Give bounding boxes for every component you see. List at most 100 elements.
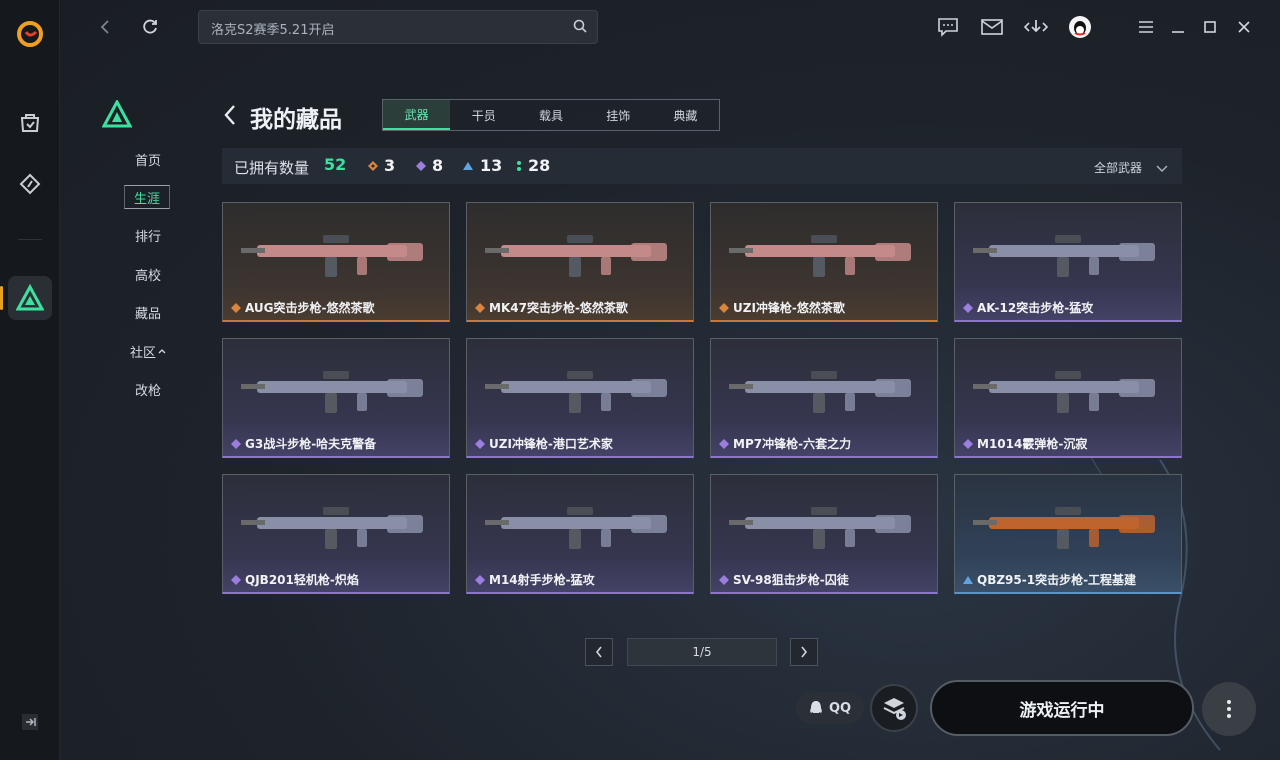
page-back-icon[interactable] bbox=[222, 104, 238, 130]
green-rarity-icon bbox=[517, 160, 521, 171]
minimize-icon[interactable] bbox=[1166, 15, 1190, 39]
blue-rarity-icon bbox=[463, 161, 473, 170]
next-page-button[interactable] bbox=[790, 638, 818, 666]
weapon-card[interactable]: M1014霰弹枪-沉寂 bbox=[954, 338, 1182, 458]
weapon-card[interactable]: UZI冲锋枪-港口艺术家 bbox=[466, 338, 694, 458]
count-purple: 8 bbox=[416, 156, 443, 175]
owned-count-bar: 已拥有数量 52 3 8 13 28 全部武器 bbox=[222, 148, 1182, 184]
qq-penguin-icon bbox=[810, 701, 822, 713]
weapon-image bbox=[973, 235, 1155, 277]
weapon-grid: AUG突击步枪-悠然茶歌 MK47突击步枪-悠然茶歌 UZI冲锋枪-悠然茶歌 AK-1… bbox=[222, 202, 1182, 594]
weapon-card[interactable]: UZI冲锋枪-悠然茶歌 bbox=[710, 202, 938, 322]
subnav-item-home[interactable]: 首页 bbox=[124, 147, 172, 171]
purple-rarity-icon bbox=[963, 439, 973, 449]
main-area: 洛克S2赛季5.21开启 首页 生涯 排行 高校 藏品 社区 改枪 我的藏品 武… bbox=[60, 0, 1280, 760]
purple-rarity-icon bbox=[719, 439, 729, 449]
menu-icon[interactable] bbox=[1134, 15, 1158, 39]
subnav-community-label: 社区 bbox=[129, 345, 156, 361]
weapon-card[interactable]: QJB201轻机枪-炽焰 bbox=[222, 474, 450, 594]
tab-weapons[interactable]: 武器 bbox=[383, 100, 451, 130]
search-icon[interactable] bbox=[573, 19, 587, 37]
weapon-image bbox=[973, 371, 1155, 413]
blue-rarity-icon bbox=[963, 576, 973, 584]
title-bar: 洛克S2赛季5.21开启 bbox=[60, 0, 1280, 54]
purple-rarity-icon bbox=[475, 575, 485, 585]
page-indicator: 1/5 bbox=[627, 638, 777, 666]
subnav-item-ranking[interactable]: 排行 bbox=[124, 223, 172, 247]
more-options-button[interactable] bbox=[1202, 682, 1256, 736]
qq-avatar-icon[interactable] bbox=[1068, 15, 1092, 39]
subnav-item-gunsmith[interactable]: 改枪 bbox=[124, 377, 172, 401]
weapon-name: G3战斗步枪-哈夫克警备 bbox=[245, 437, 377, 451]
count-blue-value: 13 bbox=[480, 156, 503, 175]
qq-login-button[interactable]: QQ bbox=[796, 692, 864, 724]
purple-rarity-icon bbox=[231, 575, 241, 585]
weapon-image bbox=[485, 507, 667, 549]
chevron-right-icon bbox=[801, 646, 808, 658]
back-arrow-icon[interactable] bbox=[94, 15, 118, 39]
owned-count-label: 已拥有数量 bbox=[234, 159, 310, 177]
maximize-icon[interactable] bbox=[1198, 15, 1222, 39]
qq-label: QQ bbox=[828, 700, 852, 716]
prev-page-button[interactable] bbox=[585, 638, 613, 666]
app-logo-icon[interactable] bbox=[8, 12, 52, 56]
message-icon[interactable] bbox=[936, 15, 960, 39]
weapon-image bbox=[241, 371, 423, 413]
weapon-name: UZI冲锋枪-悠然茶歌 bbox=[733, 301, 845, 315]
weapon-card[interactable]: QBZ95-1突击步枪-工程基建 bbox=[954, 474, 1182, 594]
orange-rarity-icon bbox=[719, 303, 729, 313]
purple-rarity-icon bbox=[963, 303, 973, 313]
collapse-sidebar-icon[interactable] bbox=[8, 700, 52, 744]
category-tabs: 武器 干员 载具 挂饰 典藏 bbox=[382, 99, 720, 131]
weapon-image bbox=[485, 371, 667, 413]
weapon-image bbox=[241, 235, 423, 277]
delta-force-game-icon[interactable] bbox=[0, 276, 52, 320]
game-controller-icon[interactable] bbox=[8, 162, 52, 206]
subnav-item-community[interactable]: 社区 bbox=[124, 339, 172, 363]
purple-rarity-icon bbox=[416, 160, 426, 171]
weapon-card[interactable]: MK47突击步枪-悠然茶歌 bbox=[466, 202, 694, 322]
layers-icon bbox=[883, 698, 906, 720]
close-icon[interactable] bbox=[1232, 15, 1256, 39]
subnav-item-collection[interactable]: 藏品 bbox=[124, 300, 172, 324]
weapon-image bbox=[485, 235, 667, 277]
weapon-image bbox=[973, 507, 1155, 549]
subnav-item-career[interactable]: 生涯 bbox=[124, 185, 170, 209]
search-input[interactable]: 洛克S2赛季5.21开启 bbox=[198, 10, 598, 44]
rail-divider bbox=[18, 239, 42, 240]
weapon-name: M1014霰弹枪-沉寂 bbox=[977, 437, 1088, 451]
weapon-image bbox=[241, 507, 423, 549]
orange-rarity-icon bbox=[231, 303, 241, 313]
tab-vehicles[interactable]: 载具 bbox=[517, 100, 584, 130]
weapon-name: QBZ95-1突击步枪-工程基建 bbox=[977, 573, 1137, 587]
weapon-card[interactable]: MP7冲锋枪-六套之力 bbox=[710, 338, 938, 458]
weapon-filter-dropdown[interactable]: 全部武器 bbox=[1094, 159, 1142, 176]
purple-rarity-icon bbox=[719, 575, 729, 585]
subnav-item-college[interactable]: 高校 bbox=[124, 262, 172, 286]
count-green-value: 28 bbox=[528, 156, 551, 175]
chevron-down-icon[interactable] bbox=[1156, 158, 1168, 177]
refresh-icon[interactable] bbox=[138, 15, 162, 39]
weapon-name: M14射手步枪-猛攻 bbox=[489, 573, 595, 587]
mail-icon[interactable] bbox=[980, 15, 1004, 39]
more-vertical-icon bbox=[1227, 700, 1231, 718]
count-purple-value: 8 bbox=[432, 156, 444, 175]
weapon-card[interactable]: AUG突击步枪-悠然茶歌 bbox=[222, 202, 450, 322]
app-rail bbox=[0, 0, 60, 760]
tab-charms[interactable]: 挂饰 bbox=[585, 100, 652, 130]
tab-operators[interactable]: 干员 bbox=[450, 100, 517, 130]
download-icon[interactable] bbox=[1024, 15, 1048, 39]
store-bag-icon[interactable] bbox=[8, 100, 52, 144]
orange-rarity-icon bbox=[475, 303, 485, 313]
launch-game-button[interactable]: 游戏运行中 bbox=[930, 680, 1194, 736]
weapon-name: AUG突击步枪-悠然茶歌 bbox=[245, 301, 375, 315]
weapon-card[interactable]: AK-12突击步枪-猛攻 bbox=[954, 202, 1182, 322]
weapon-card[interactable]: M14射手步枪-猛攻 bbox=[466, 474, 694, 594]
weapon-image bbox=[729, 371, 911, 413]
tab-collectibles[interactable]: 典藏 bbox=[652, 100, 719, 130]
weapon-card[interactable]: SV-98狙击步枪-囚徒 bbox=[710, 474, 938, 594]
chevron-up-icon bbox=[158, 349, 166, 354]
weapon-card[interactable]: G3战斗步枪-哈夫克警备 bbox=[222, 338, 450, 458]
game-layers-button[interactable] bbox=[870, 684, 918, 732]
count-orange-value: 3 bbox=[384, 156, 396, 175]
